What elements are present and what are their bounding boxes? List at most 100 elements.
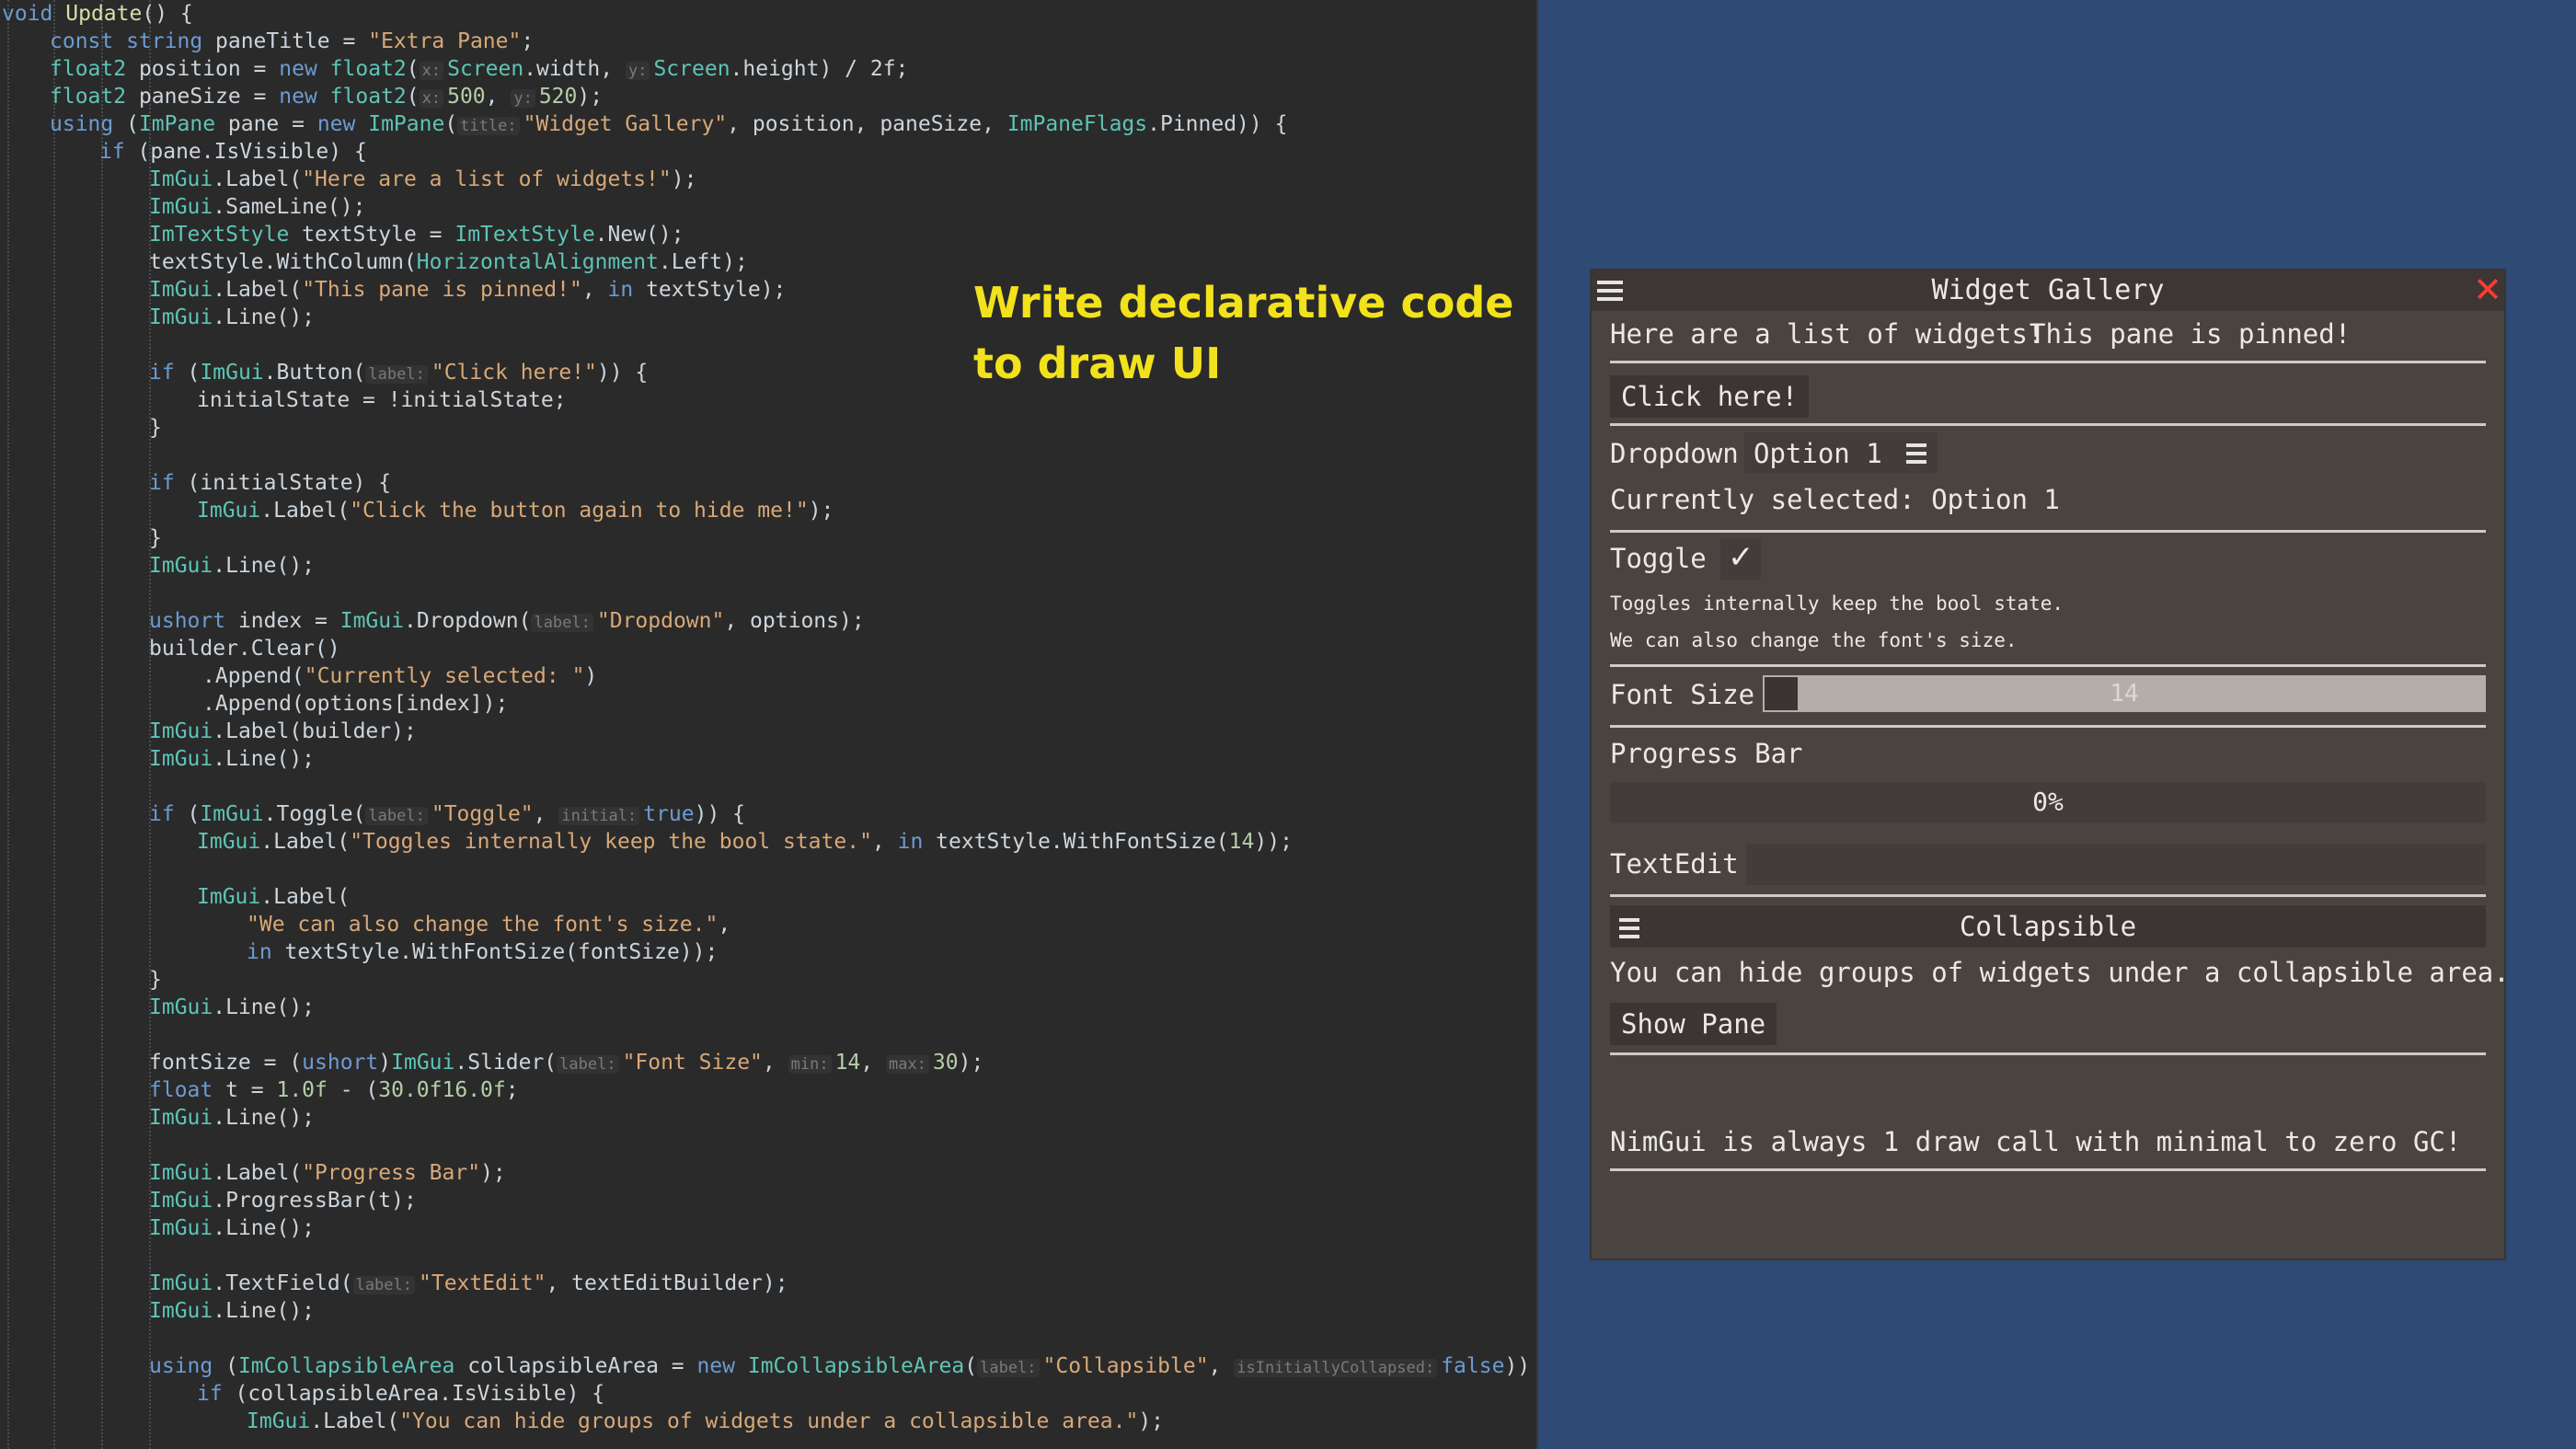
code-token: 500	[447, 85, 486, 109]
code-token: .Line();	[213, 1216, 316, 1240]
code-token: ,	[485, 85, 512, 109]
code-token: );	[671, 167, 697, 191]
code-line: if (pane.IsVisible) {	[99, 138, 367, 166]
code-token: ImPane	[138, 112, 228, 136]
code-line: ImTextStyle textStyle = ImTextStyle.New(…	[149, 221, 684, 248]
code-token: .Dropdown(	[403, 609, 532, 633]
parameter-hint: label:	[557, 1055, 619, 1074]
separator	[1610, 423, 2486, 426]
widget-gallery-pane[interactable]: Widget Gallery ✕ Here are a list of widg…	[1592, 270, 2510, 1259]
code-token: (	[126, 112, 139, 136]
separator	[1610, 361, 2486, 363]
code-token: .Append(options[index]);	[202, 692, 509, 716]
code-line: .Append("Currently selected: ")	[202, 662, 597, 690]
code-token: , options);	[724, 609, 865, 633]
parameter-hint: label:	[365, 807, 428, 825]
code-token: textStyle.WithFontSize(	[936, 830, 1229, 854]
code-token: (pane.IsVisible) {	[137, 140, 367, 164]
code-line: const string paneTitle = "Extra Pane";	[50, 28, 534, 55]
code-token: "Collapsible"	[1042, 1354, 1209, 1378]
code-token: , position, paneSize,	[727, 112, 1007, 136]
code-token: 30.0f	[378, 1078, 443, 1102]
code-token: new	[279, 57, 330, 81]
separator	[1610, 725, 2486, 728]
code-line: ImGui.Line();	[149, 1214, 315, 1242]
code-token: 14	[1228, 830, 1255, 854]
code-token: index =	[237, 609, 340, 633]
code-token: );	[808, 499, 834, 523]
code-token: float	[149, 1078, 226, 1102]
click-here-button[interactable]: Click here!	[1610, 375, 1810, 418]
code-token: ,	[718, 913, 731, 937]
separator	[1610, 894, 2486, 897]
code-line: ImGui.Label("Click the button again to h…	[197, 497, 834, 524]
code-token: "We can also change the font's size."	[247, 913, 719, 937]
code-token: .Label(	[260, 885, 351, 909]
separator	[1610, 1168, 2486, 1171]
code-token: .Pinned)) {	[1147, 112, 1288, 136]
code-token: ImGui	[200, 361, 264, 385]
code-token: (	[187, 361, 201, 385]
code-token: (collapsibleArea.IsVisible) {	[235, 1382, 605, 1406]
code-line: }	[149, 524, 162, 552]
slider-value: 14	[2110, 680, 2139, 707]
code-line: }	[149, 414, 162, 442]
check-icon: ✓	[1728, 539, 1754, 576]
dropdown-select[interactable]: Option 1	[1744, 432, 1938, 473]
code-token: - (	[327, 1078, 379, 1102]
code-token: paneSize =	[138, 85, 280, 109]
code-token: in	[607, 278, 647, 302]
dropdown-list-icon	[1906, 442, 1926, 464]
parameter-hint: y:	[625, 62, 650, 80]
code-line: ImGui.Label(builder);	[149, 718, 417, 745]
code-token: if	[99, 140, 138, 164]
code-token: ,	[762, 1051, 788, 1075]
code-token: ,	[860, 1051, 886, 1075]
headline-text: Write declarative code to draw UI	[973, 278, 1514, 388]
code-token: new	[696, 1354, 748, 1378]
parameter-hint: min:	[788, 1055, 832, 1074]
code-token: Screen	[447, 57, 524, 81]
code-token: ImGui	[149, 1216, 213, 1240]
code-token: new	[316, 112, 369, 136]
code-token: textStyle);	[646, 278, 787, 302]
collapsible-text: You can hide groups of widgets under a c…	[1610, 957, 2510, 988]
code-token: .Line();	[213, 1299, 316, 1323]
code-token: paneTitle =	[215, 29, 369, 53]
code-line: ImGui.Line();	[149, 304, 315, 331]
code-token: .Label(	[260, 830, 351, 854]
code-token: ImGui	[149, 719, 213, 743]
pane-titlebar[interactable]: Widget Gallery ✕	[1592, 270, 2504, 311]
code-line: if (ImGui.Toggle(label: "Toggle", initial…	[149, 800, 745, 828]
code-token: .TextField(	[213, 1271, 353, 1295]
collapsible-header[interactable]: Collapsible	[1610, 905, 2486, 948]
code-token: ImGui	[149, 305, 213, 329]
code-token: "Progress Bar"	[302, 1161, 481, 1185]
code-token: ImGui	[149, 747, 213, 771]
code-lines: void Update() {const string paneTitle = …	[0, 0, 1536, 1449]
code-token: .Slider(	[454, 1051, 558, 1075]
code-token: ImCollapsibleArea	[747, 1354, 965, 1378]
parameter-hint: max:	[885, 1055, 929, 1074]
code-token: )) {	[1504, 1354, 1531, 1378]
code-line: ImGui.Line();	[149, 552, 315, 580]
close-icon[interactable]: ✕	[2472, 272, 2503, 307]
code-line: in textStyle.WithFontSize(fontSize));	[247, 938, 718, 966]
show-pane-button[interactable]: Show Pane	[1610, 1003, 1777, 1045]
code-token: ,	[533, 802, 559, 826]
code-token: ImTextStyle	[454, 223, 595, 247]
code-editor[interactable]: void Update() {const string paneTitle = …	[0, 0, 1538, 1449]
code-token: textStyle.WithFontSize(fontSize));	[284, 940, 719, 964]
textedit-field[interactable]	[1746, 845, 2486, 885]
code-token: ;	[505, 1078, 519, 1102]
code-line: ImGui.Line();	[149, 994, 315, 1021]
code-token: );	[577, 85, 604, 109]
toggle-checkbox[interactable]: ✓	[1720, 539, 1761, 580]
font-size-slider[interactable]: 14	[1763, 675, 2486, 712]
code-token: () {	[142, 2, 193, 26]
parameter-hint: initial:	[558, 807, 640, 825]
currently-selected-label: Currently selected: Option 1	[1610, 484, 2060, 515]
code-line: textStyle.WithColumn(HorizontalAlignment…	[149, 248, 748, 276]
separator	[1610, 664, 2486, 667]
code-token: "Toggles internally keep the bool state.…	[350, 830, 872, 854]
